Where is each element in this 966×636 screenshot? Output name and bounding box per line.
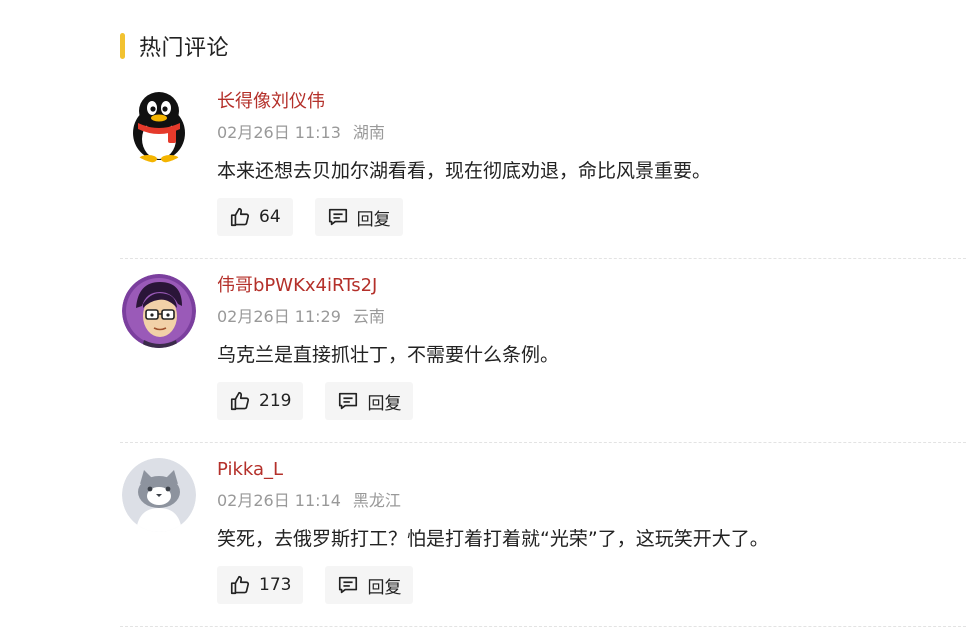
default-cat-icon [122,458,196,532]
comment-meta: 02月26日 11:29 云南 [217,306,966,328]
like-button[interactable]: 64 [217,198,293,236]
username[interactable]: 伟哥bPWKx4iRTs2J [217,274,966,298]
comment-item: Pikka_L 02月26日 11:14 黑龙江 笑死，去俄罗斯打工？怕是打着打着… [120,454,966,624]
comment-icon [328,208,347,226]
comment-body: 长得像刘仪伟 02月26日 11:13 湖南 本来还想去贝加尔湖看看，现在彻底劝退… [217,90,966,236]
reply-label: 回复 [356,209,391,230]
comment-body: Pikka_L 02月26日 11:14 黑龙江 笑死，去俄罗斯打工？怕是打着打着… [217,458,966,604]
reply-label: 回复 [367,393,402,414]
avatar[interactable] [122,89,196,163]
like-button[interactable]: 219 [217,382,304,420]
reply-label: 回复 [367,577,402,598]
comment-time: 02月26日 11:29 [217,307,341,326]
section-title: 热门评论 [139,36,230,61]
avatar[interactable] [122,458,196,532]
reply-button[interactable]: 回复 [314,198,403,236]
comment-item: 长得像刘仪伟 02月26日 11:13 湖南 本来还想去贝加尔湖看看，现在彻底劝退… [120,86,966,246]
accent-bar [120,33,125,59]
comment-time: 02月26日 11:13 [217,123,341,142]
username[interactable]: Pikka_L [217,458,966,482]
username[interactable]: 长得像刘仪伟 [217,90,966,114]
like-count: 64 [259,207,281,227]
comment-location: 云南 [352,307,385,326]
comment-item: 伟哥bPWKx4iRTs2J 02月26日 11:29 云南 乌克兰是直接抓壮丁，… [120,270,966,430]
comment-icon [339,392,358,410]
avatar[interactable] [122,274,196,348]
comment-divider [120,626,966,627]
comment-divider [120,258,966,259]
reply-button[interactable]: 回复 [325,566,414,604]
like-button[interactable]: 173 [217,566,304,604]
cartoon-man-glasses-icon [122,274,196,348]
qq-penguin-icon [122,89,196,163]
thumbs-up-icon [230,575,250,595]
comment-actions: 173 回复 [217,566,966,604]
comment-meta: 02月26日 11:13 湖南 [217,122,966,144]
comment-meta: 02月26日 11:14 黑龙江 [217,490,966,512]
comment-location: 黑龙江 [352,491,401,510]
like-count: 173 [259,575,292,595]
comment-actions: 64 回复 [217,198,966,236]
thumbs-up-icon [230,391,250,411]
reply-button[interactable]: 回复 [325,382,414,420]
comment-actions: 219 回复 [217,382,966,420]
comment-time: 02月26日 11:14 [217,491,341,510]
comment-divider [120,442,966,443]
comment-location: 湖南 [352,123,385,142]
comment-text: 笑死，去俄罗斯打工？怕是打着打着就“光荣”了，这玩笑开大了。 [217,528,769,550]
comment-text: 本来还想去贝加尔湖看看，现在彻底劝退，命比风景重要。 [217,160,712,182]
comment-body: 伟哥bPWKx4iRTs2J 02月26日 11:29 云南 乌克兰是直接抓壮丁，… [217,274,966,420]
comment-text: 乌克兰是直接抓壮丁，不需要什么条例。 [217,344,560,366]
like-count: 219 [259,391,292,411]
comment-icon [339,576,358,594]
section-header: 热门评论 [120,30,229,62]
thumbs-up-icon [230,207,250,227]
